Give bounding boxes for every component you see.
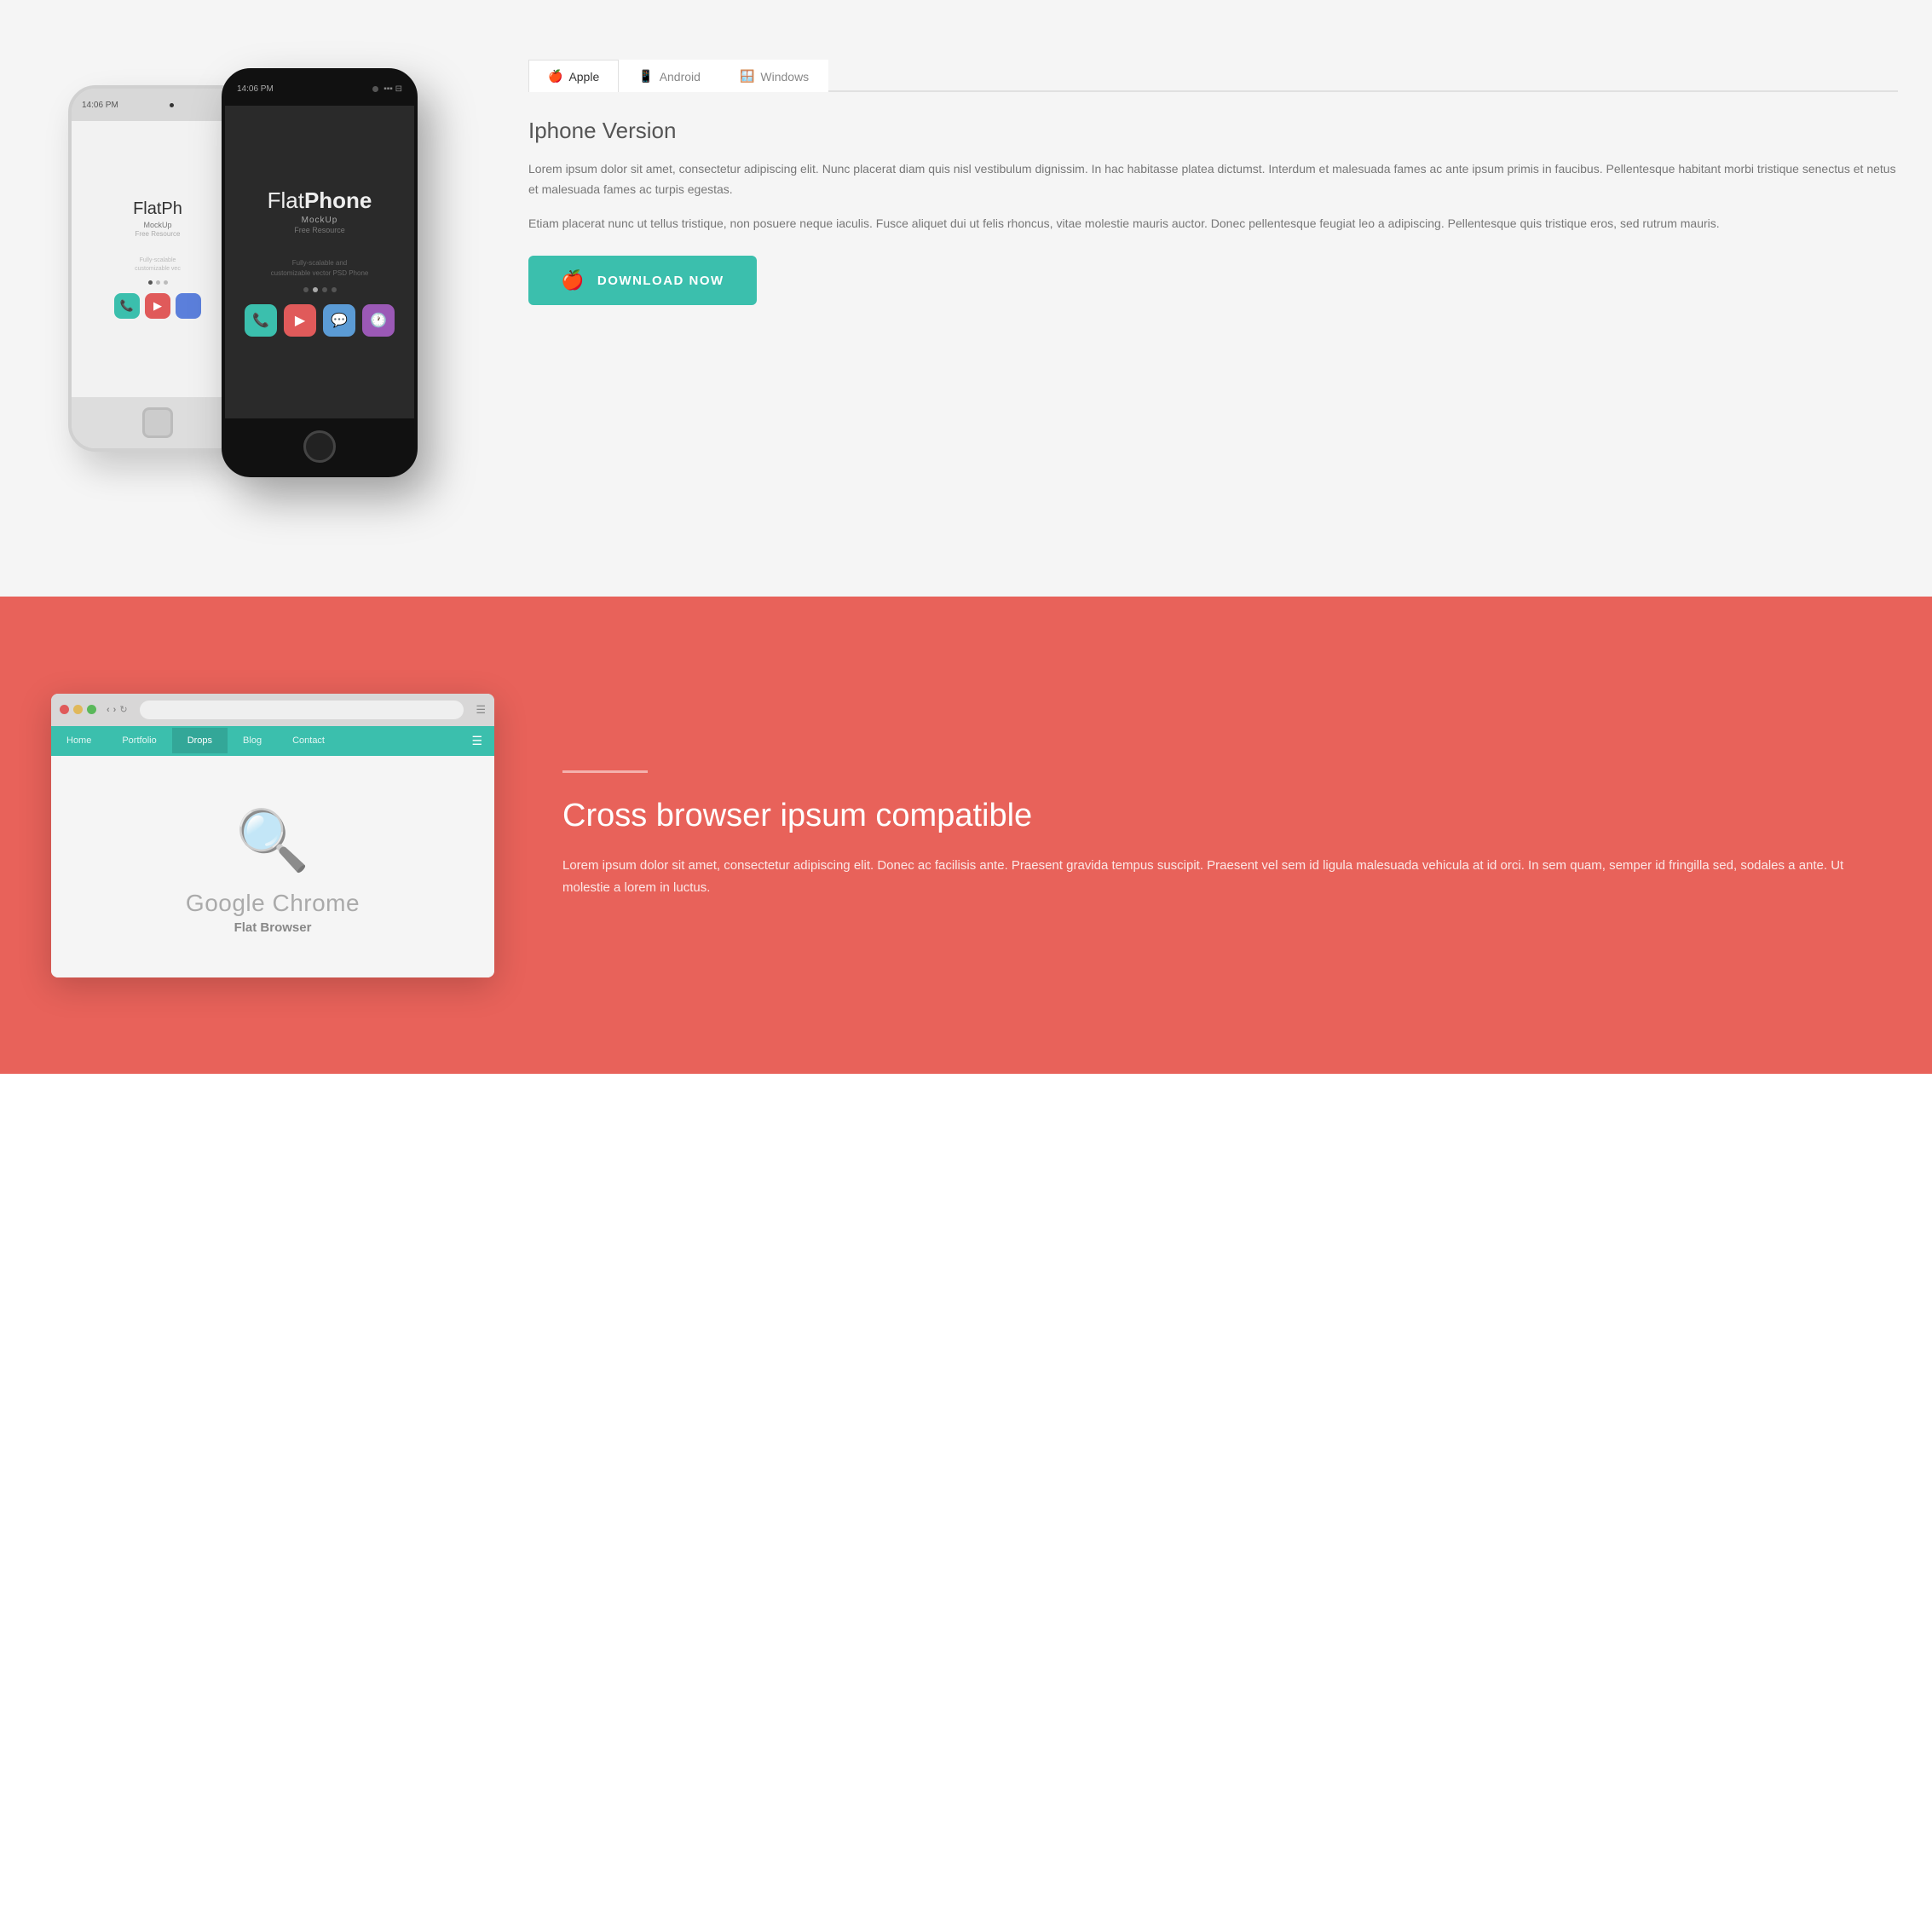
browser-content-area: 🔍 Google Chrome Flat Browser [51, 756, 494, 977]
browser-minimize-dot [73, 705, 83, 714]
phone-white-title: FlatPh [133, 199, 182, 219]
phone-black-time: 14:06 PM [237, 84, 274, 94]
phone-black-title: FlatPhone [268, 187, 372, 214]
phone-black-desc: Fully-scalable andcustomizable vector PS… [271, 258, 369, 279]
browser-nav-drops[interactable]: Drops [172, 728, 228, 753]
iphone-paragraph-1: Lorem ipsum dolor sit amet, consectetur … [528, 159, 1898, 200]
browser-maximize-dot [87, 705, 96, 714]
phone-white-topbar: 14:06 PM ▪▪▪ [72, 89, 244, 121]
section-cross-browser: ‹ › ↻ ☰ Home Portfolio Drops Blog Contac… [0, 597, 1932, 1074]
content-area: 🍎 Apple 📱 Android 🪟 Windows Iphone Versi… [528, 51, 1898, 305]
tab-windows[interactable]: 🪟 Windows [720, 60, 828, 92]
phone-black: 14:06 PM ▪▪▪ ⊟ FlatPhone MockUp Free Res… [222, 68, 418, 477]
phone-white-bottom [72, 397, 244, 448]
cross-browser-body: Lorem ipsum dolor sit amet, consectetur … [562, 855, 1881, 900]
phone-white-time: 14:06 PM [82, 101, 118, 110]
iphone-section-title: Iphone Version [528, 118, 1898, 144]
apple-tab-icon: 🍎 [548, 69, 562, 84]
browser-back-btn[interactable]: ‹ [107, 705, 110, 715]
camera-dot-white [170, 103, 174, 107]
browser-app-title: Google Chrome [186, 890, 360, 917]
browser-url-bar[interactable] [140, 701, 464, 719]
tab-apple-label: Apple [568, 70, 599, 84]
phone-white-home-btn [142, 407, 173, 438]
phone-white-title-light: FlatPh [133, 199, 182, 219]
tab-android-label: Android [660, 70, 701, 84]
tab-windows-label: Windows [760, 70, 809, 84]
browser-app-subtitle: Flat Browser [234, 920, 312, 935]
phone-black-free: Free Resource [294, 226, 345, 234]
browser-mockup: ‹ › ↻ ☰ Home Portfolio Drops Blog Contac… [51, 694, 494, 977]
windows-tab-icon: 🪟 [740, 69, 754, 84]
phone-black-bottom [225, 418, 414, 474]
phone-white-free: Free Resource [136, 230, 181, 238]
browser-refresh-btn[interactable]: ↻ [119, 704, 127, 715]
browser-nav-home[interactable]: Home [51, 728, 107, 753]
phone-white-icon-phone: 📞 [114, 293, 140, 319]
android-tab-icon: 📱 [638, 69, 653, 84]
camera-dot-black [372, 86, 378, 92]
phone-black-icon-chat: 💬 [323, 304, 355, 337]
tabs-container: 🍎 Apple 📱 Android 🪟 Windows [528, 60, 1898, 92]
browser-menu-icon[interactable]: ☰ [476, 703, 486, 717]
browser-nav-blog[interactable]: Blog [228, 728, 277, 753]
download-btn-label: DOWNLOAD NOW [597, 274, 724, 288]
cross-browser-divider [562, 770, 648, 773]
browser-search-icon: 🔍 [235, 806, 309, 876]
browser-nav-contact[interactable]: Contact [277, 728, 340, 753]
browser-forward-btn[interactable]: › [113, 705, 117, 715]
phone-black-home-btn [303, 430, 336, 463]
phone-white-icons: 📞 ▶ [114, 293, 201, 319]
phone-white-icon-extra [176, 293, 201, 319]
phone-black-icon-phone: 📞 [245, 304, 277, 337]
browser-nav-tabs: Home Portfolio Drops Blog Contact ☰ [51, 726, 494, 756]
browser-nav-arrows: ‹ › ↻ [107, 704, 128, 715]
download-apple-icon: 🍎 [561, 269, 585, 291]
phone-white-desc: Fully-scalablecustomizable vec [135, 257, 181, 274]
phone-white-subtitle: MockUp [143, 221, 171, 229]
phone-white-icon-play: ▶ [145, 293, 170, 319]
iphone-paragraph-2: Etiam placerat nunc ut tellus tristique,… [528, 214, 1898, 234]
browser-close-dot [60, 705, 69, 714]
phone-black-title-light: Flat [268, 187, 304, 214]
phone-black-signal: ▪▪▪ ⊟ [384, 84, 402, 94]
phone-black-dots [303, 287, 337, 292]
tab-apple[interactable]: 🍎 Apple [528, 60, 619, 92]
phone-white-dots [148, 280, 168, 285]
browser-hamburger-icon[interactable]: ☰ [459, 726, 494, 756]
download-now-button[interactable]: 🍎 DOWNLOAD NOW [528, 256, 757, 305]
phone-black-topbar: 14:06 PM ▪▪▪ ⊟ [225, 72, 414, 106]
phone-black-icon-clock: 🕐 [362, 304, 395, 337]
tab-android[interactable]: 📱 Android [619, 60, 720, 92]
phone-black-icon-play: ▶ [284, 304, 316, 337]
phone-black-icons: 📞 ▶ 💬 🕐 [245, 304, 395, 337]
section-phones: 14:06 PM ▪▪▪ FlatPh MockUp Free Resource… [0, 0, 1932, 597]
browser-window-controls [60, 705, 96, 714]
phone-black-title-bold: Phone [304, 187, 372, 214]
phone-black-screen: FlatPhone MockUp Free Resource Fully-sca… [225, 106, 414, 418]
phone-black-topbar-right: ▪▪▪ ⊟ [372, 84, 402, 94]
browser-nav-portfolio[interactable]: Portfolio [107, 728, 171, 753]
cross-browser-title: Cross browser ipsum compatible [562, 797, 1881, 836]
phone-black-subtitle: MockUp [302, 216, 338, 225]
phone-white-screen: FlatPh MockUp Free Resource Fully-scalab… [72, 121, 244, 397]
cross-browser-text: Cross browser ipsum compatible Lorem ips… [562, 770, 1881, 899]
phone-white: 14:06 PM ▪▪▪ FlatPh MockUp Free Resource… [68, 85, 247, 452]
browser-toolbar: ‹ › ↻ ☰ [51, 694, 494, 726]
phone-mockup-area: 14:06 PM ▪▪▪ FlatPh MockUp Free Resource… [34, 51, 477, 545]
